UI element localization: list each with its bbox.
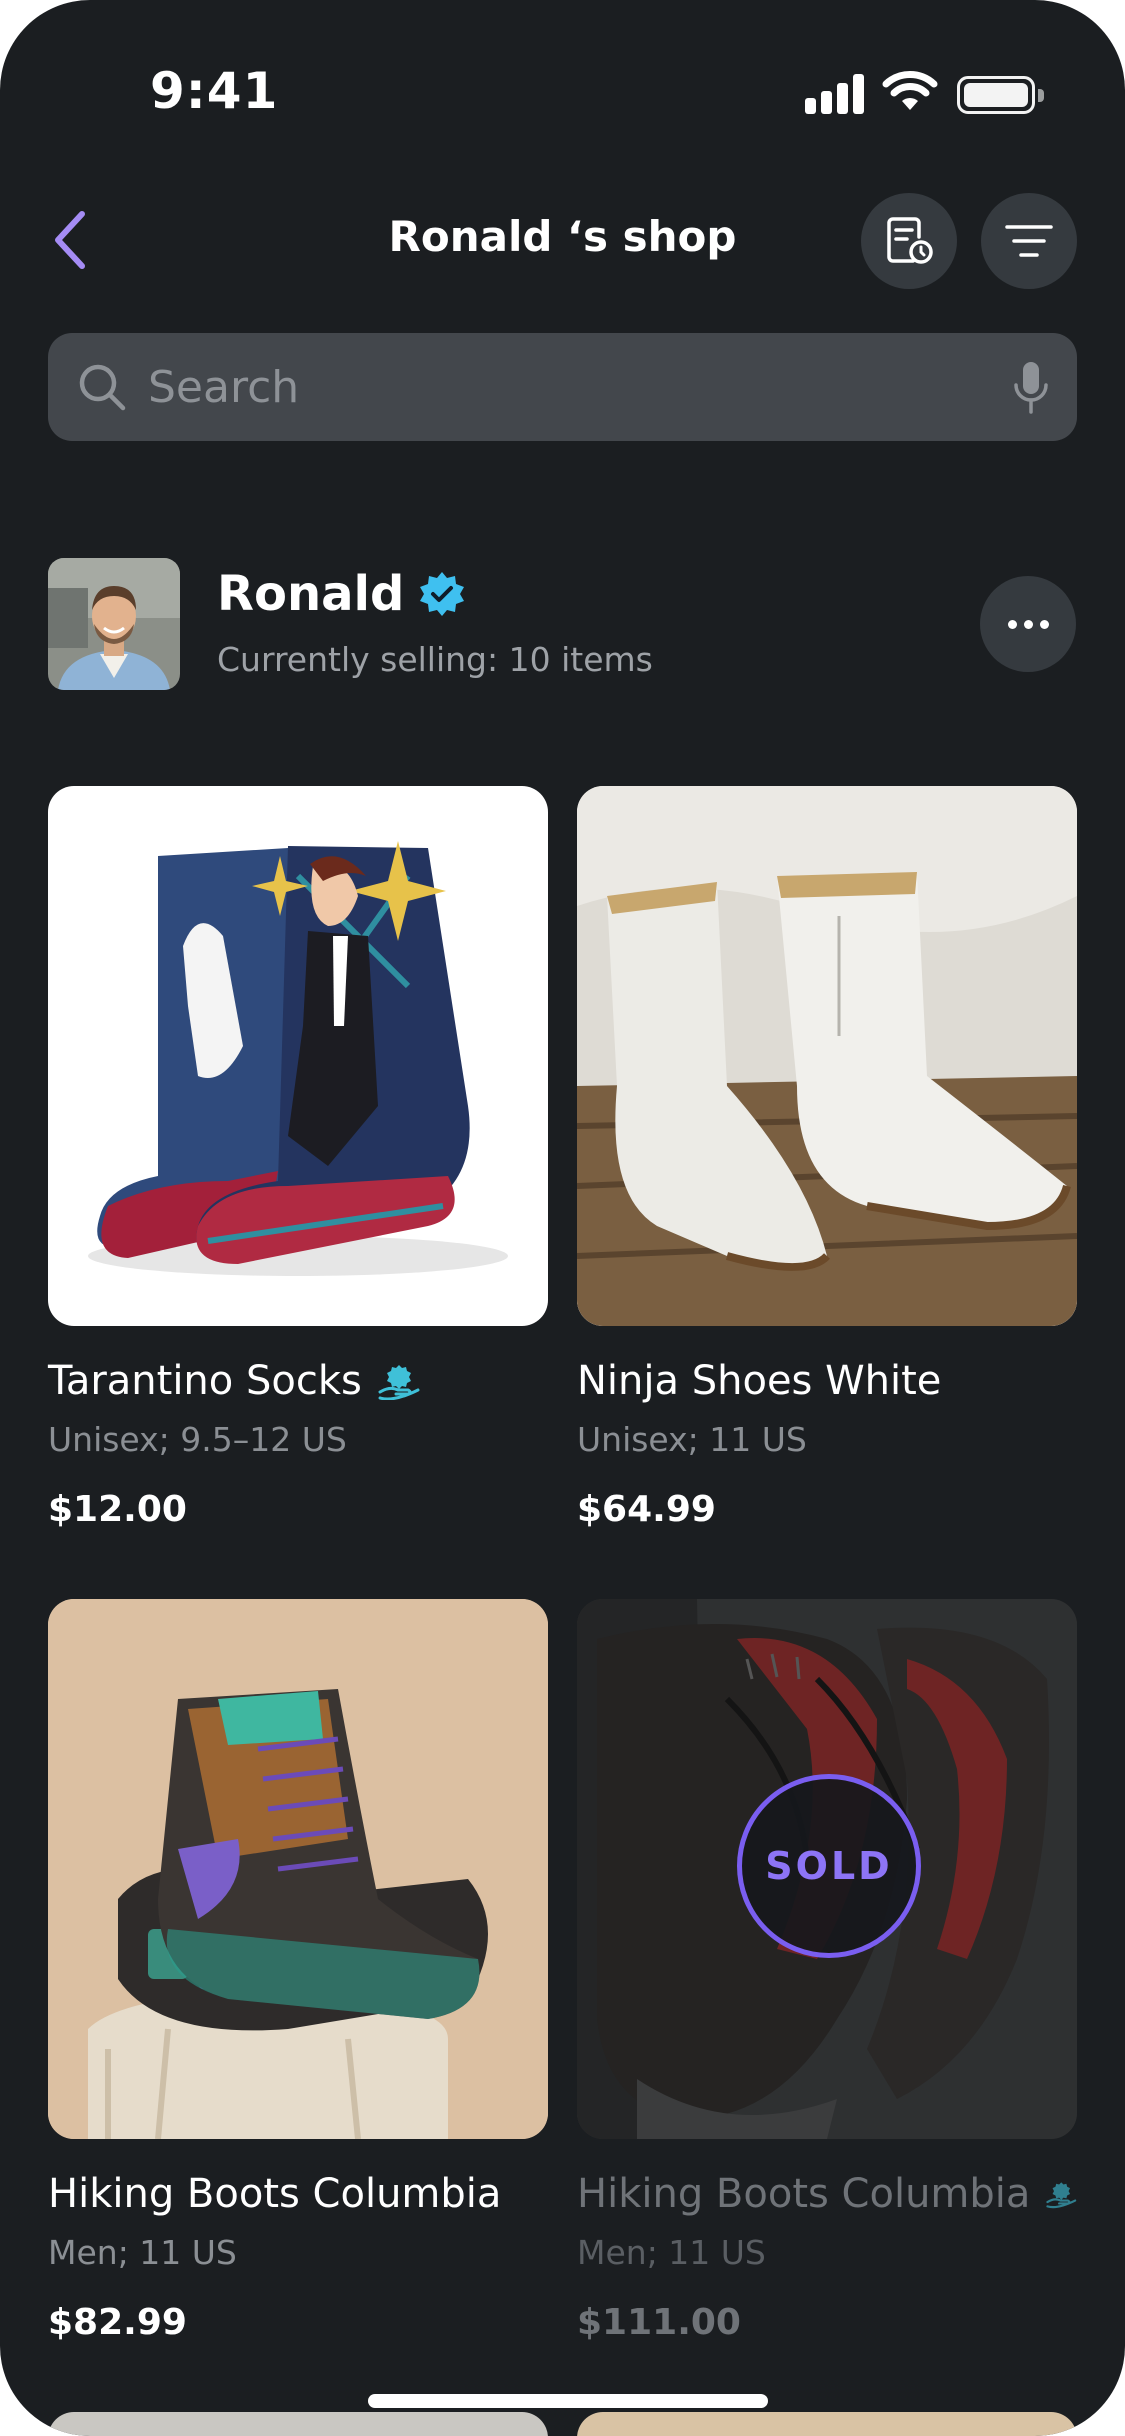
product-card[interactable]: Hiking Boots Columbia Men; 11 US $82.99 — [48, 1599, 548, 2343]
product-meta: Men; 11 US — [577, 2233, 766, 2272]
profile-subtitle: Currently selling: 10 items — [217, 640, 653, 679]
receipt-clock-icon — [887, 217, 933, 264]
product-title: Tarantino Socks — [48, 1358, 362, 1404]
product-card-sold[interactable]: SOLD Hiking Boots Columbia Men; 11 US $1… — [577, 1599, 1077, 2343]
back-button[interactable] — [40, 205, 100, 275]
product-price: $64.99 — [577, 1489, 716, 1530]
cellular-signal-icon — [805, 74, 865, 114]
wifi-icon — [882, 71, 938, 110]
donation-icon — [378, 1365, 420, 1400]
product-card-peek[interactable] — [48, 2412, 548, 2436]
page-title: Ronald ‘s shop — [388, 212, 737, 261]
more-dots-icon — [1007, 619, 1017, 629]
status-time: 9:41 — [150, 62, 279, 120]
phone-screen: 9:41 Ronald ‘s shop Search Ronald Curren… — [0, 0, 1125, 2436]
profile-name: Ronald — [217, 566, 405, 622]
product-card[interactable]: Ninja Shoes White Unisex; 11 US $64.99 — [577, 786, 1077, 1530]
search-bar[interactable] — [48, 333, 1077, 441]
product-title-row: Ninja Shoes White — [577, 1358, 1077, 1404]
product-card[interactable]: Tarantino Socks Unisex; 9.5–12 US $12.00 — [48, 786, 548, 1530]
product-title: Hiking Boots Columbia — [577, 2171, 1031, 2217]
product-title: Ninja Shoes White — [577, 1358, 942, 1404]
battery-icon — [957, 76, 1044, 114]
filter-lines-icon — [1005, 225, 1053, 257]
product-meta: Unisex; 9.5–12 US — [48, 1420, 347, 1459]
filter-button[interactable] — [981, 193, 1077, 289]
microphone-icon[interactable] — [1011, 359, 1051, 417]
home-indicator[interactable] — [368, 2394, 768, 2408]
product-image[interactable] — [48, 786, 548, 1326]
donation-icon — [1046, 2182, 1077, 2209]
product-price: $82.99 — [48, 2302, 187, 2343]
product-title-row: Hiking Boots Columbia — [577, 2171, 1077, 2217]
search-icon — [79, 364, 126, 411]
product-image[interactable]: SOLD — [577, 1599, 1077, 2139]
search-input[interactable] — [148, 357, 1008, 417]
chevron-left-icon — [55, 211, 85, 269]
product-image[interactable] — [48, 1599, 548, 2139]
product-price: $12.00 — [48, 1489, 187, 1530]
product-title-row: Hiking Boots Columbia — [48, 2171, 548, 2217]
profile-name-row: Ronald — [217, 566, 466, 622]
product-title: Hiking Boots Columbia — [48, 2171, 502, 2217]
product-card-peek[interactable] — [577, 2412, 1077, 2436]
product-meta: Men; 11 US — [48, 2233, 237, 2272]
verified-badge-icon — [420, 572, 465, 616]
product-meta: Unisex; 11 US — [577, 1420, 807, 1459]
product-image[interactable] — [577, 786, 1077, 1326]
more-options-button[interactable] — [980, 576, 1076, 672]
order-history-button[interactable] — [861, 193, 957, 289]
avatar[interactable] — [48, 558, 180, 690]
product-price: $111.00 — [577, 2302, 741, 2343]
product-title-row: Tarantino Socks — [48, 1358, 548, 1404]
sold-badge: SOLD — [737, 1774, 921, 1958]
